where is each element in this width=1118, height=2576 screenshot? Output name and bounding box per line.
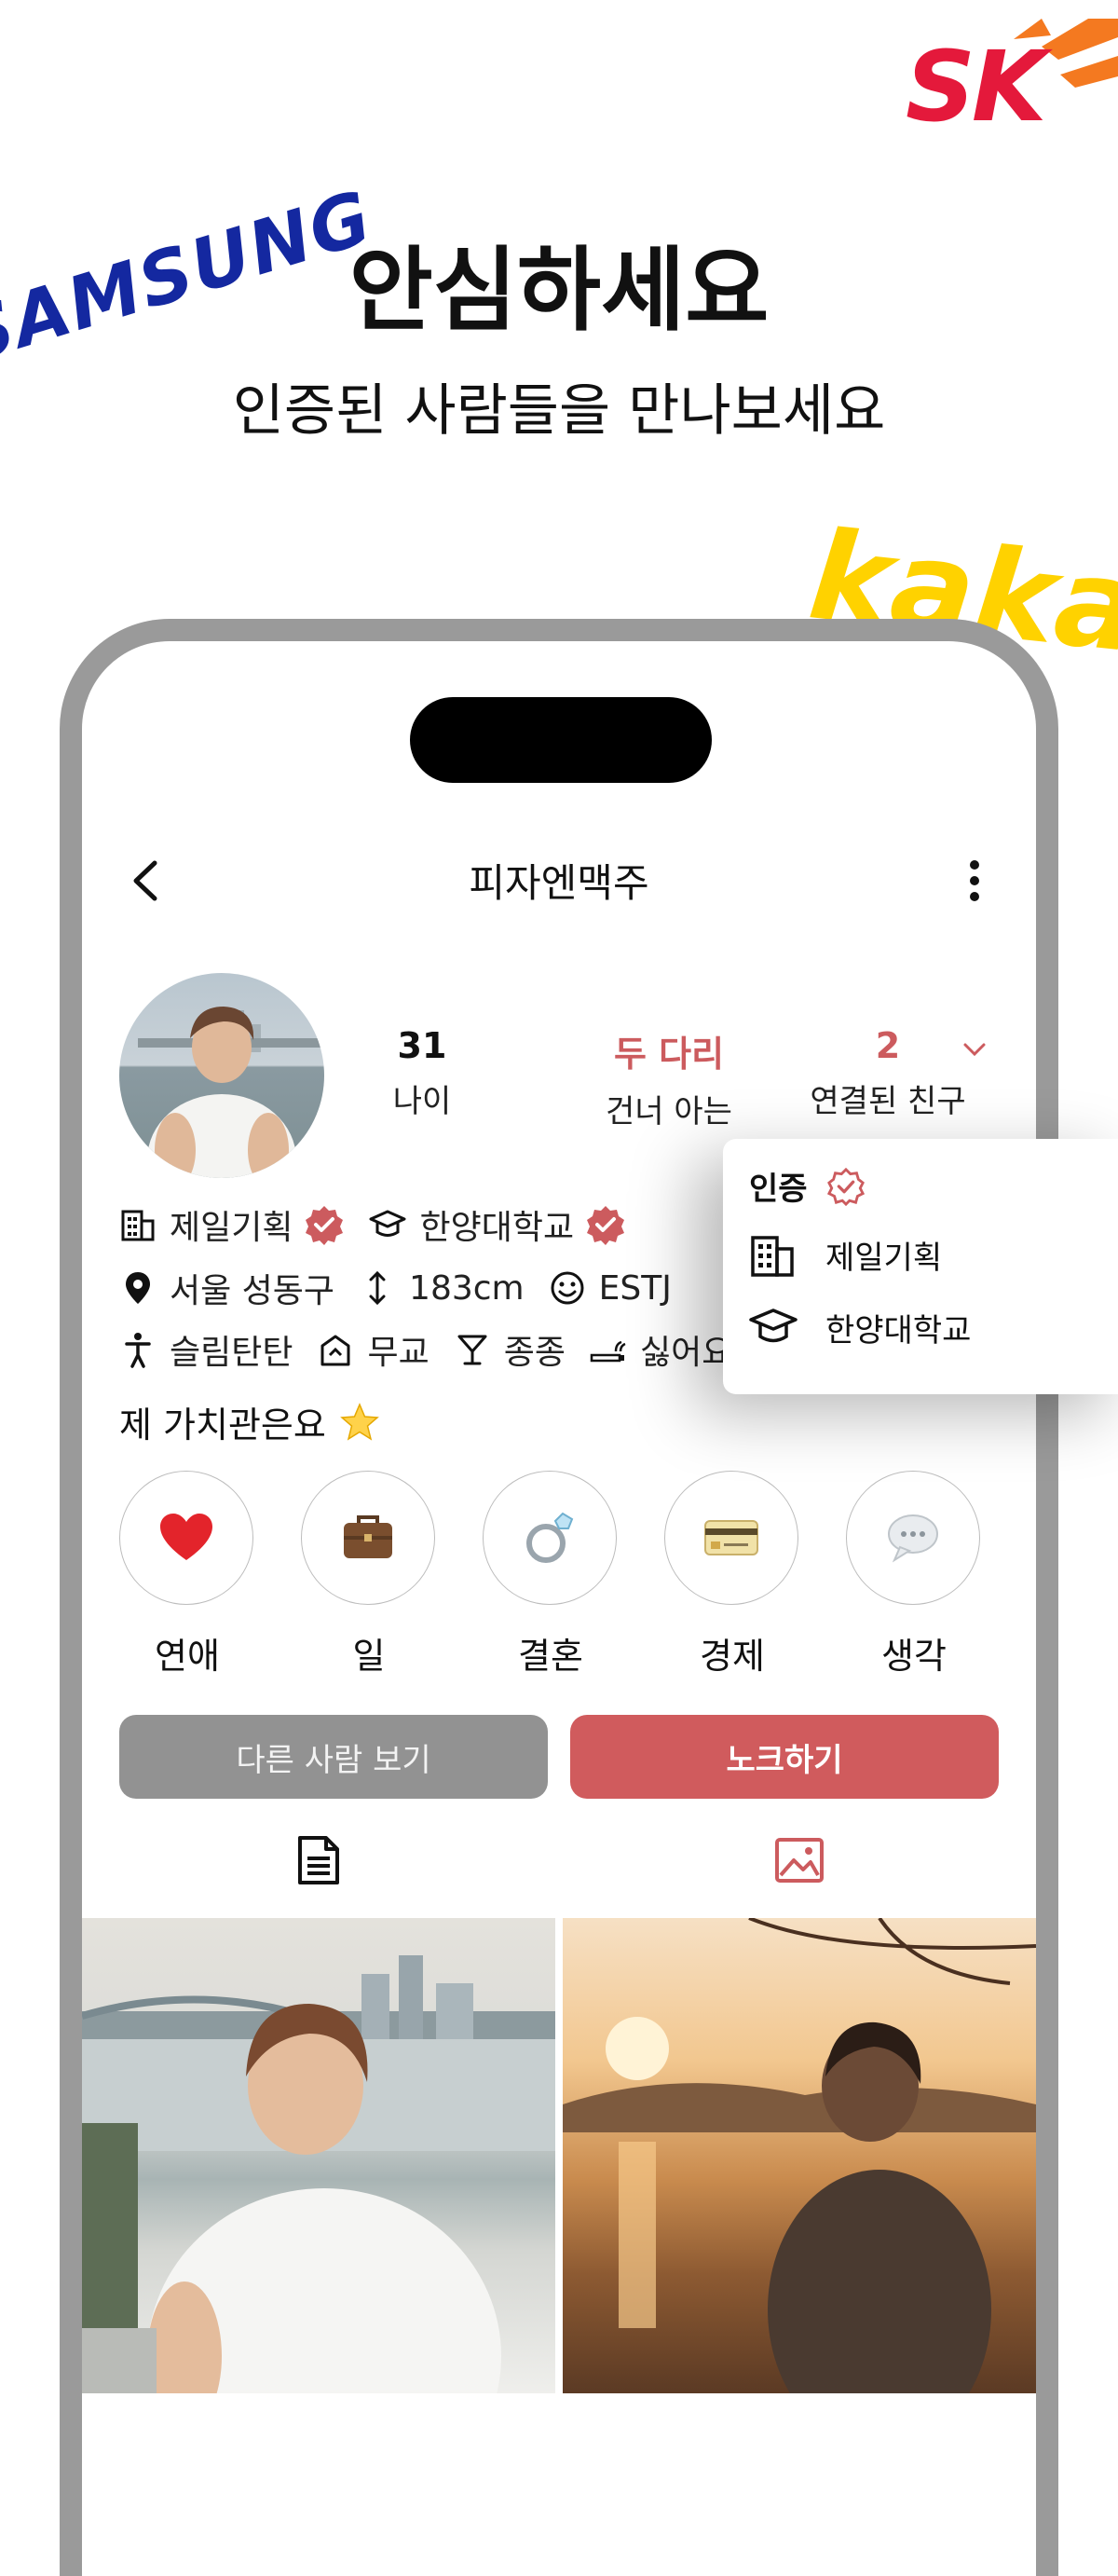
value-work[interactable]: 일 — [301, 1471, 437, 1679]
stat-connection-label: 건너 아는 — [606, 1093, 732, 1130]
smiley-icon — [551, 1271, 584, 1305]
value-economy[interactable]: 경제 — [664, 1471, 800, 1679]
page-title: 피자엔맥주 — [469, 860, 649, 906]
knock-button[interactable]: 노크하기 — [570, 1715, 999, 1799]
avatar[interactable] — [119, 973, 324, 1178]
verified-badge-icon — [587, 1206, 625, 1245]
info-line-work-school: 제일기획 한양대학교 — [119, 1200, 626, 1249]
value-economy-circle[interactable] — [664, 1471, 798, 1605]
verification-item-company: 제일기획 — [749, 1230, 942, 1279]
mbti-text: ESTJ — [598, 1268, 672, 1308]
info-line-location-height-mbti: 서울 성동구 183cm ESTJ — [119, 1264, 672, 1312]
more-vertical-icon[interactable] — [956, 856, 993, 906]
value-work-label: 일 — [352, 1636, 386, 1677]
value-romance-label: 연애 — [155, 1636, 220, 1677]
verification-company-text: 제일기획 — [825, 1239, 943, 1277]
chevron-down-icon[interactable] — [961, 1040, 988, 1059]
heart-icon — [160, 1514, 212, 1560]
stat-mutual-friends[interactable]: 2 연결된 친구 — [799, 1025, 976, 1121]
location-pin-icon — [126, 1272, 150, 1304]
verification-item-school: 한양대학교 — [749, 1303, 971, 1351]
star-icon — [339, 1402, 379, 1441]
briefcase-icon — [344, 1515, 392, 1558]
value-work-circle[interactable] — [301, 1471, 435, 1605]
verified-badge-icon — [306, 1206, 344, 1245]
dynamic-island — [410, 697, 712, 783]
value-thinking[interactable]: 생각 — [846, 1471, 982, 1679]
speech-bubble-icon — [888, 1514, 938, 1563]
stat-friends-label: 연결된 친구 — [810, 1083, 966, 1120]
value-economy-label: 경제 — [700, 1636, 765, 1677]
stat-age-value: 31 — [397, 1025, 447, 1066]
stat-age: 31 나이 — [334, 1025, 511, 1121]
stat-age-label: 나이 — [392, 1083, 452, 1120]
company-text: 제일기획 — [170, 1209, 293, 1247]
body-type-text: 슬림탄탄 — [170, 1334, 293, 1372]
credit-card-icon — [704, 1520, 758, 1555]
building-icon — [751, 1236, 794, 1277]
location-text: 서울 성동구 — [170, 1272, 335, 1310]
info-line-lifestyle: 슬림탄탄 무교 종종 싫어요 — [119, 1325, 732, 1374]
profile-photo-2[interactable] — [563, 1918, 1036, 2393]
value-thinking-circle[interactable] — [846, 1471, 980, 1605]
cigarette-icon — [590, 1340, 626, 1363]
see-other-people-button[interactable]: 다른 사람 보기 — [119, 1715, 548, 1799]
stat-connection-degree: 두 다리 건너 아는 — [566, 1025, 771, 1131]
tab-posts-document-icon[interactable] — [293, 1834, 345, 1886]
graduation-cap-icon — [369, 1210, 406, 1237]
smoking-text: 싫어요 — [639, 1334, 733, 1372]
verification-popup: 인증 제일기획 한양대학교 — [723, 1139, 1118, 1394]
value-thinking-label: 생각 — [881, 1636, 947, 1677]
height-text: 183cm — [409, 1268, 525, 1308]
values-title: 제 가치관은요 — [119, 1396, 380, 1447]
stat-friends-value: 2 — [875, 1025, 901, 1066]
verified-outline-icon — [826, 1167, 865, 1206]
sk-logo: SK — [902, 19, 1118, 144]
cocktail-glass-icon — [457, 1335, 487, 1365]
height-arrows-icon — [369, 1270, 386, 1306]
school-text: 한양대학교 — [419, 1209, 575, 1247]
graduation-cap-icon — [749, 1309, 798, 1343]
value-marriage-circle[interactable] — [483, 1471, 617, 1605]
profile-photo-1[interactable] — [82, 1918, 555, 2393]
tab-photos-image-icon[interactable] — [773, 1834, 825, 1886]
verification-popup-title: 인증 — [749, 1163, 866, 1209]
value-marriage-label: 결혼 — [518, 1636, 583, 1677]
verification-title-text: 인증 — [749, 1171, 808, 1208]
ring-icon — [526, 1512, 574, 1563]
value-romance[interactable]: 연애 — [119, 1471, 255, 1679]
verification-school-text: 한양대학교 — [825, 1311, 972, 1350]
headline: 안심하세요 — [348, 238, 770, 344]
body-type-icon — [125, 1333, 151, 1368]
drinking-text: 종종 — [503, 1334, 566, 1372]
building-icon — [121, 1210, 155, 1241]
value-romance-circle[interactable] — [119, 1471, 253, 1605]
phone-frame: 피자엔맥주 31 나이 두 다리 건너 아는 2 연결된 친구 제일기획 한양대… — [60, 619, 1058, 2576]
religion-icon — [320, 1335, 350, 1366]
religion-text: 무교 — [367, 1334, 429, 1372]
subheadline: 인증된 사람들을 만나보세요 — [232, 378, 886, 444]
values-title-text: 제 가치관은요 — [119, 1404, 326, 1446]
value-marriage[interactable]: 결혼 — [483, 1471, 619, 1679]
stat-connection-value: 두 다리 — [613, 1034, 725, 1075]
